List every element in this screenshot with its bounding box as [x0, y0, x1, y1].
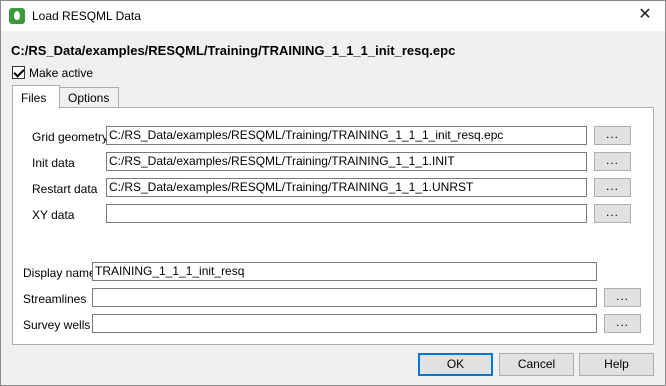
init-data-label: Init data — [32, 156, 75, 170]
xy-data-browse-button[interactable]: ... — [594, 204, 631, 223]
display-name-label: Display name — [23, 266, 96, 280]
restart-data-browse-button[interactable]: ... — [594, 178, 631, 197]
title-bar: Load RESQML Data ✕ — [1, 1, 665, 31]
survey-wells-field[interactable] — [92, 314, 597, 333]
restart-data-label: Restart data — [32, 182, 98, 196]
restart-data-field[interactable]: C:/RS_Data/examples/RESQML/Training/TRAI… — [106, 178, 587, 197]
cancel-button[interactable]: Cancel — [499, 353, 574, 376]
streamlines-field[interactable] — [92, 288, 597, 307]
app-drop-icon — [9, 8, 25, 24]
close-icon[interactable]: ✕ — [635, 5, 655, 25]
survey-wells-browse-button[interactable]: ... — [604, 314, 641, 333]
window-title: Load RESQML Data — [32, 9, 141, 23]
xy-data-label: XY data — [32, 208, 75, 222]
grid-geometry-field[interactable]: C:/RS_Data/examples/RESQML/Training/TRAI… — [106, 126, 587, 145]
display-name-field[interactable]: TRAINING_1_1_1_init_resq — [92, 262, 597, 281]
file-path-heading: C:/RS_Data/examples/RESQML/Training/TRAI… — [11, 43, 456, 58]
tab-options-label: Options — [68, 91, 110, 105]
tab-files[interactable]: Files — [12, 85, 60, 109]
init-data-browse-button[interactable]: ... — [594, 152, 631, 171]
load-resqml-dialog: Load RESQML Data ✕ C:/RS_Data/examples/R… — [0, 0, 666, 386]
survey-wells-label: Survey wells — [23, 318, 91, 332]
streamlines-label: Streamlines — [23, 292, 87, 306]
checkbox-checked-icon[interactable] — [12, 66, 25, 79]
grid-geometry-label: Grid geometry — [32, 130, 109, 144]
streamlines-browse-button[interactable]: ... — [604, 288, 641, 307]
ok-button[interactable]: OK — [418, 353, 493, 376]
make-active-label: Make active — [29, 65, 94, 80]
grid-geometry-browse-button[interactable]: ... — [594, 126, 631, 145]
xy-data-field[interactable] — [106, 204, 587, 223]
tab-options[interactable]: Options — [59, 87, 119, 108]
tab-files-label: Files — [21, 91, 47, 105]
init-data-field[interactable]: C:/RS_Data/examples/RESQML/Training/TRAI… — [106, 152, 587, 171]
make-active-checkbox[interactable]: Make active — [12, 65, 93, 80]
help-button[interactable]: Help — [579, 353, 654, 376]
